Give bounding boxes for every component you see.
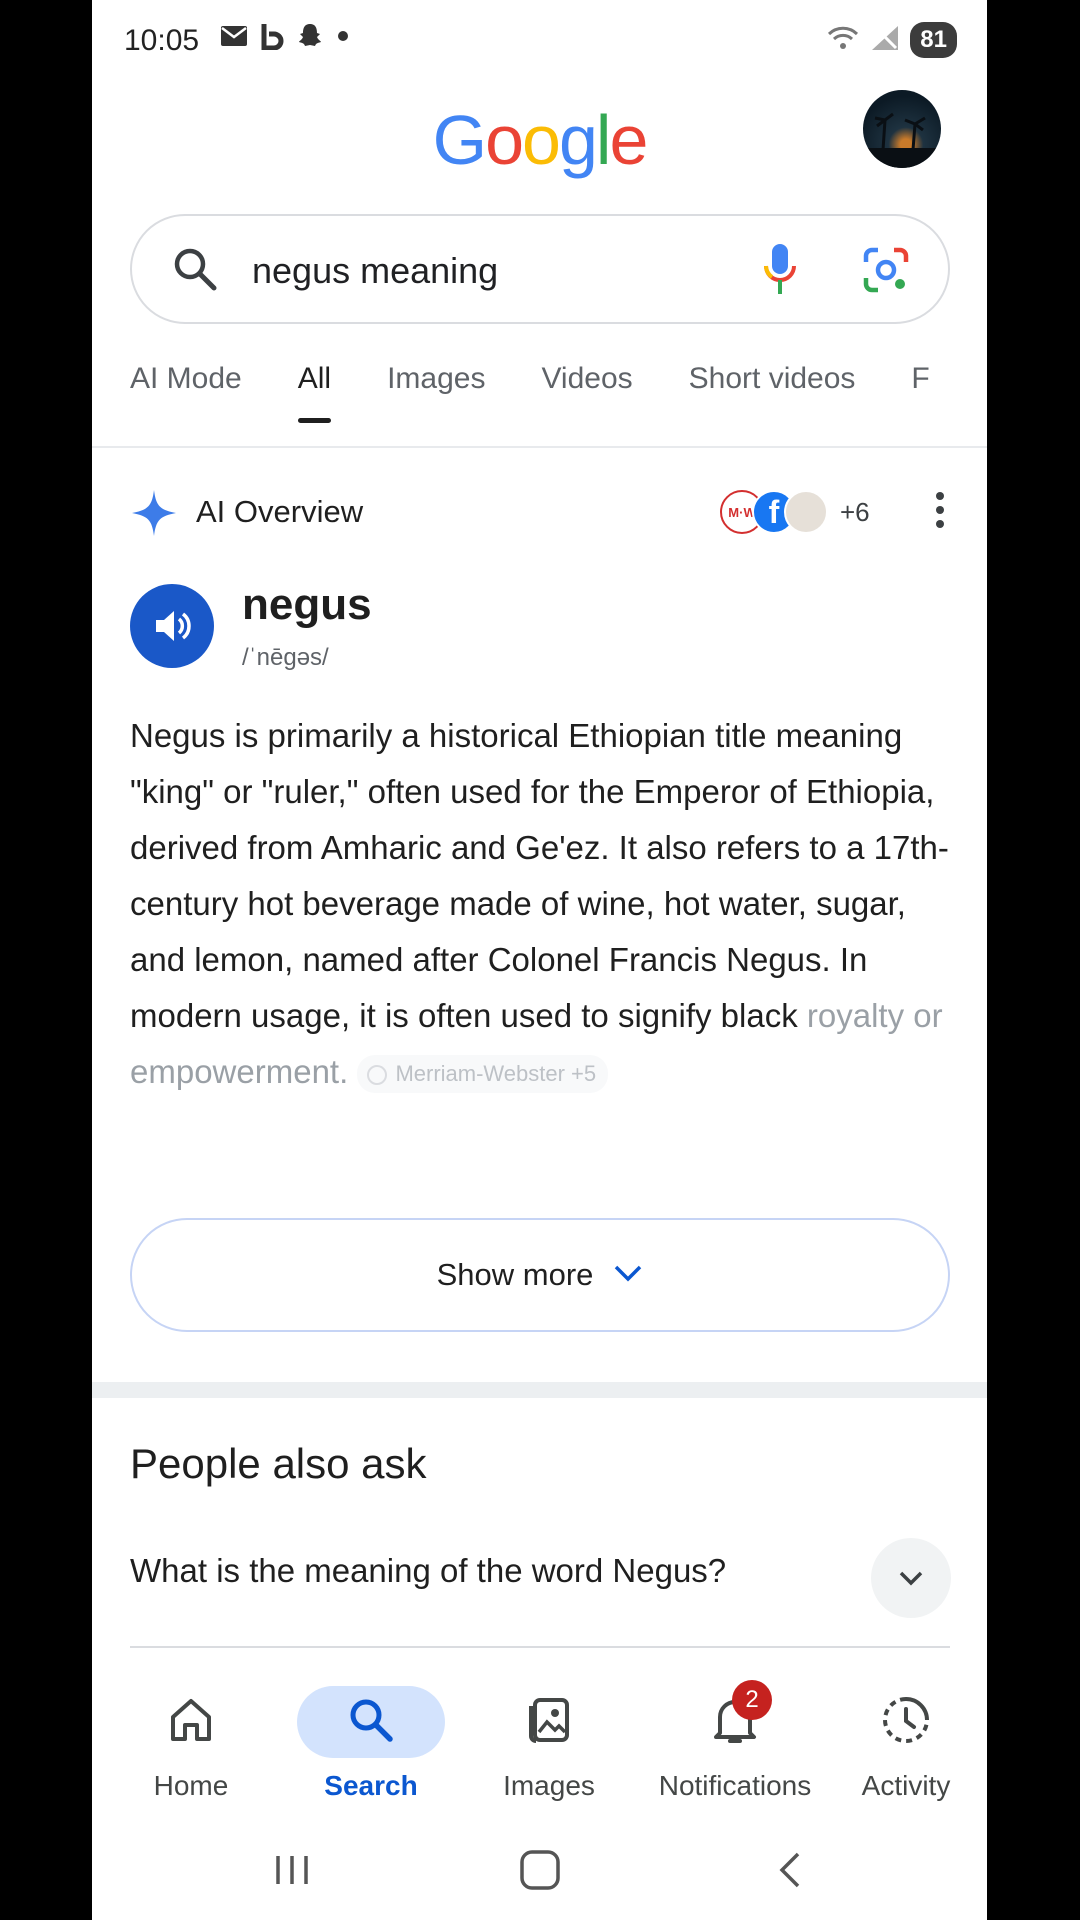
paa-expand-button[interactable] <box>871 1538 951 1618</box>
back-icon[interactable] <box>772 1850 806 1895</box>
nav-activity[interactable]: Activity <box>826 1682 986 1802</box>
search-icon <box>348 1697 394 1748</box>
nav-label: Search <box>324 1770 418 1801</box>
logo-letter: g <box>558 101 598 179</box>
tab-all[interactable]: All <box>297 362 332 432</box>
pronunciation: /ˈnēɡəs/ <box>242 644 329 671</box>
divider <box>92 446 987 448</box>
google-logo[interactable]: Google <box>92 100 987 180</box>
ai-overview-title: AI Overview <box>196 494 364 529</box>
section-separator <box>92 1382 987 1398</box>
account-avatar[interactable] <box>863 90 941 168</box>
system-status-icons: 81 <box>826 22 957 58</box>
notification-icons <box>220 22 350 50</box>
logo-letter: l <box>595 101 612 179</box>
system-navigation-bar <box>92 1830 987 1920</box>
citation-label: Merriam-Webster +5 <box>395 1061 597 1087</box>
search-tabs: AI Mode All Images Videos Short videos F <box>130 362 986 432</box>
mail-icon <box>220 25 248 47</box>
search-bar[interactable]: negus meaning <box>130 214 950 324</box>
ai-overview-text: Negus is primarily a historical Ethiopia… <box>130 708 950 1100</box>
nav-label: Notifications <box>658 1770 812 1801</box>
status-time: 10:05 <box>124 24 200 57</box>
dot-icon <box>336 29 350 43</box>
nav-images[interactable]: Images <box>464 1682 634 1802</box>
bottom-navigation: Home Search Images 2 Notifications Activ… <box>92 1662 987 1812</box>
logo-letter: o <box>522 101 561 179</box>
show-more-label: Show more <box>436 1257 594 1292</box>
nav-label: Activity <box>861 1770 951 1801</box>
divider <box>130 1646 950 1648</box>
logo-letter: e <box>609 101 648 179</box>
chevron-down-icon <box>899 1571 923 1586</box>
images-icon <box>525 1696 573 1749</box>
activity-icon <box>881 1695 931 1750</box>
show-more-button[interactable]: Show more <box>130 1218 950 1332</box>
chevron-down-icon <box>613 1263 643 1288</box>
search-icon <box>172 246 218 297</box>
home-icon <box>169 1697 213 1748</box>
nav-label: Images <box>503 1770 595 1801</box>
notification-badge: 2 <box>732 1680 772 1720</box>
logo-letter: o <box>485 101 524 179</box>
citation-chip[interactable]: Merriam-Webster +5 <box>357 1055 609 1094</box>
tab-f[interactable]: F <box>911 362 929 432</box>
more-options-icon[interactable] <box>930 488 950 537</box>
sources-more-count: +6 <box>840 496 870 527</box>
status-bar: 10:05 81 <box>92 0 987 80</box>
search-input[interactable]: negus meaning <box>252 250 498 292</box>
snapchat-icon <box>296 22 324 50</box>
definition-word: negus <box>242 580 372 629</box>
voice-search-icon[interactable] <box>762 242 798 303</box>
wifi-icon <box>826 24 860 57</box>
nav-notifications[interactable]: 2 Notifications <box>640 1680 830 1802</box>
pronunciation-play-button[interactable] <box>130 584 214 668</box>
home-button-icon[interactable] <box>518 1850 562 1895</box>
tab-images[interactable]: Images <box>387 362 485 432</box>
speaker-icon <box>156 611 191 641</box>
battery-indicator: 81 <box>910 22 957 58</box>
source-favicon <box>784 490 828 534</box>
nav-search[interactable]: Search <box>286 1682 456 1802</box>
tab-short-videos[interactable]: Short videos <box>689 362 856 432</box>
lens-icon[interactable] <box>862 246 910 299</box>
screen: 10:05 81 Google negus meaning AI Mode Al… <box>92 0 987 1920</box>
paa-question[interactable]: What is the meaning of the word Negus? <box>130 1552 726 1590</box>
ai-overview-header: AI Overview M·W f +6 <box>130 484 950 544</box>
signal-icon <box>870 24 900 57</box>
overview-body: Negus is primarily a historical Ethiopia… <box>130 717 949 1034</box>
people-also-ask-title: People also ask <box>130 1440 427 1487</box>
tab-videos[interactable]: Videos <box>541 362 632 432</box>
b-app-icon <box>260 22 284 50</box>
nav-label: Home <box>153 1770 229 1801</box>
nav-home[interactable]: Home <box>106 1682 276 1802</box>
tab-ai-mode[interactable]: AI Mode <box>130 362 242 432</box>
sparkle-icon <box>130 488 178 543</box>
source-favicons[interactable]: M·W f +6 <box>720 490 870 534</box>
recent-apps-icon[interactable] <box>270 1850 314 1895</box>
logo-letter: G <box>432 101 487 179</box>
citation-icon <box>367 1065 388 1086</box>
